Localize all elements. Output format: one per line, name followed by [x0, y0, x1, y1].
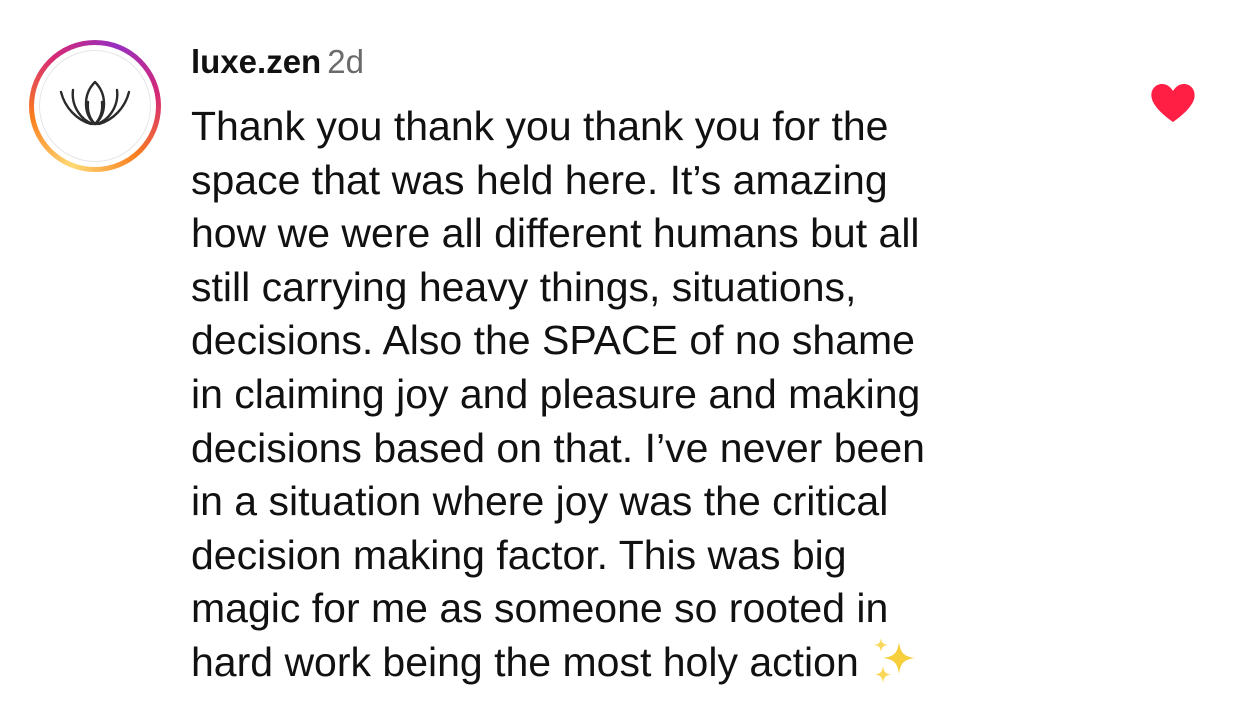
comment-line: space that was held here. It’s amazing	[191, 156, 888, 203]
comment-line: in claiming joy and pleasure and making	[191, 370, 921, 417]
comment-line: still carrying heavy things, situations,	[191, 263, 857, 310]
comment-line: Thank you thank you thank you for the	[191, 103, 889, 149]
comment-line: magic for me as someone so rooted in	[191, 585, 889, 632]
heart-icon	[1151, 84, 1195, 122]
comment-text: Thank you thank you thank you for the sp…	[191, 100, 1091, 698]
comment-line: decisions. Also the SPACE of no shame	[191, 317, 915, 364]
lotus-logo-icon	[39, 50, 151, 162]
comment-line: decision making factor. This was big	[191, 531, 847, 578]
comment-line: how we were all different humans but all	[191, 210, 920, 257]
username-link[interactable]: luxe.zen	[191, 43, 321, 80]
comment-last-line: hard work being the most holy action	[191, 636, 1091, 698]
comment-line: decisions based on that. I’ve never been	[191, 424, 925, 471]
like-button[interactable]	[1150, 83, 1196, 123]
comment-line: in a situation where joy was the critica…	[191, 478, 889, 525]
sparkles-icon	[869, 636, 917, 698]
comment-line: hard work being the most holy action	[191, 638, 859, 685]
avatar-ring-gap	[34, 45, 156, 167]
comment-header: luxe.zen 2d	[191, 40, 364, 84]
avatar[interactable]	[29, 40, 161, 172]
timestamp: 2d	[327, 43, 364, 80]
comment: luxe.zen 2d Thank you thank you thank you…	[0, 0, 1236, 722]
